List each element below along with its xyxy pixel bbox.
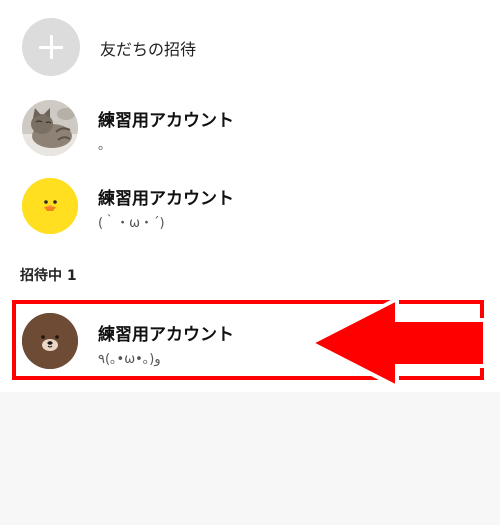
- avatar: [22, 100, 78, 156]
- avatar: [22, 178, 78, 234]
- invite-friends-label: 友だちの招待: [100, 40, 197, 59]
- friend-name: 練習用アカウント: [98, 111, 234, 131]
- friend-status: 。: [98, 138, 112, 153]
- cat-avatar-icon: [22, 100, 78, 156]
- chick-avatar-icon: [22, 178, 78, 234]
- pending-section-header: 招待中 1: [20, 268, 77, 284]
- arrow-left-icon: [306, 295, 487, 391]
- friend-row[interactable]: 練習用アカウント 。: [0, 88, 500, 178]
- plus-icon: [22, 18, 80, 76]
- friend-list-panel: 友だちの招待 練習用アカウント 。 練習用アカウント (｀・ω・´) 招待中 1…: [0, 0, 500, 392]
- friend-row[interactable]: 練習用アカウント (｀・ω・´): [0, 166, 500, 256]
- invite-friends-row[interactable]: 友だちの招待: [0, 0, 500, 90]
- friend-name: 練習用アカウント: [98, 189, 234, 209]
- friend-status: (｀・ω・´): [98, 216, 165, 231]
